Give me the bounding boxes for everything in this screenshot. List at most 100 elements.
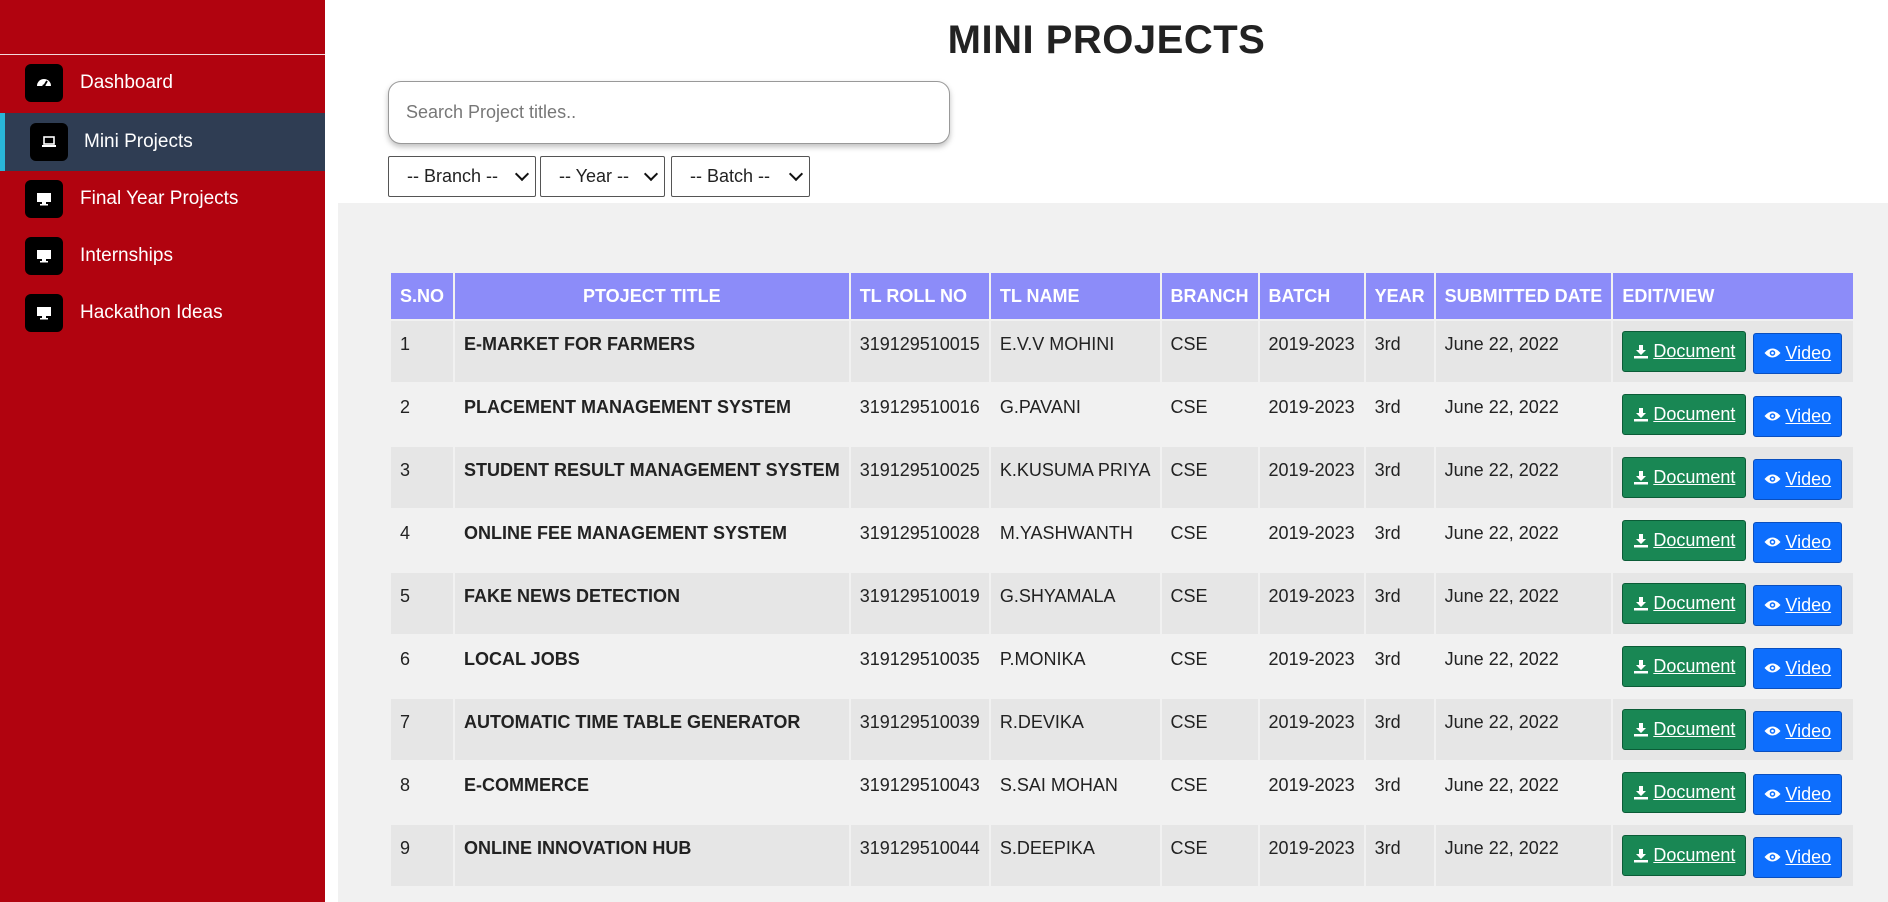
cell-year: 3rd xyxy=(1365,510,1434,571)
video-button[interactable]: Video xyxy=(1753,521,1843,563)
column-header[interactable]: BATCH xyxy=(1259,273,1364,319)
download-icon xyxy=(1634,534,1649,548)
video-button[interactable]: Video xyxy=(1753,332,1843,374)
cell-sno: 7 xyxy=(391,699,454,760)
desktop-icon xyxy=(25,294,63,332)
column-header[interactable]: BRANCH xyxy=(1161,273,1258,319)
cell-tl-name: G.SHYAMALA xyxy=(990,573,1160,634)
video-button-label: Video xyxy=(1785,405,1832,426)
document-button[interactable]: Document xyxy=(1622,709,1747,750)
chevron-down-icon xyxy=(788,166,804,182)
video-button-label: Video xyxy=(1785,531,1832,552)
cell-submitted-date: June 22, 2022 xyxy=(1435,321,1612,382)
cell-roll-no: 319129510016 xyxy=(850,384,989,445)
cell-roll-no: 319129510025 xyxy=(850,447,989,508)
table-row: 3 STUDENT RESULT MANAGEMENT SYSTEM 31912… xyxy=(391,447,1854,508)
search-input[interactable] xyxy=(388,81,950,144)
cell-batch: 2019-2023 xyxy=(1259,636,1364,697)
video-button-label: Video xyxy=(1785,720,1832,741)
document-button[interactable]: Document xyxy=(1622,457,1747,498)
document-button[interactable]: Document xyxy=(1622,520,1747,561)
cell-branch: CSE xyxy=(1161,447,1258,508)
cell-project-title: LOCAL JOBS xyxy=(455,636,849,697)
cell-project-title: AUTOMATIC TIME TABLE GENERATOR xyxy=(455,699,849,760)
video-button[interactable]: Video xyxy=(1753,773,1843,815)
cell-batch: 2019-2023 xyxy=(1259,321,1364,382)
cell-roll-no: 319129510039 xyxy=(850,699,989,760)
sidebar-item-hackathon-ideas[interactable]: Hackathon Ideas xyxy=(0,284,325,342)
branch-select[interactable]: -- Branch -- xyxy=(388,156,536,197)
cell-actions: Document Video xyxy=(1613,384,1854,445)
cell-actions: Document Video xyxy=(1613,510,1854,571)
projects-table: S.NO PTOJECT TITLE TL ROLL NO TL NAME BR… xyxy=(389,271,1855,888)
column-header[interactable]: EDIT/VIEW xyxy=(1613,273,1854,319)
cell-branch: CSE xyxy=(1161,699,1258,760)
document-button[interactable]: Document xyxy=(1622,772,1747,813)
cell-submitted-date: June 22, 2022 xyxy=(1435,384,1612,445)
cell-project-title: PLACEMENT MANAGEMENT SYSTEM xyxy=(455,384,849,445)
cell-tl-name: R.DEVIKA xyxy=(990,699,1160,760)
cell-sno: 6 xyxy=(391,636,454,697)
cell-submitted-date: June 22, 2022 xyxy=(1435,825,1612,886)
column-header[interactable]: S.NO xyxy=(391,273,454,319)
video-button-label: Video xyxy=(1785,468,1832,489)
sidebar-item-dashboard[interactable]: Dashboard xyxy=(0,54,325,112)
column-header[interactable]: TL ROLL NO xyxy=(850,273,989,319)
desktop-icon xyxy=(25,237,63,275)
cell-branch: CSE xyxy=(1161,321,1258,382)
column-header[interactable]: YEAR xyxy=(1365,273,1434,319)
video-button[interactable]: Video xyxy=(1753,458,1843,500)
eye-icon xyxy=(1764,852,1781,862)
document-button-label: Document xyxy=(1653,341,1736,361)
document-button-label: Document xyxy=(1653,845,1736,865)
sidebar-item-final-year-projects[interactable]: Final Year Projects xyxy=(0,170,325,228)
branch-select-value: -- Branch -- xyxy=(407,166,499,186)
cell-project-title: E-MARKET FOR FARMERS xyxy=(455,321,849,382)
eye-icon xyxy=(1764,411,1781,421)
video-button[interactable]: Video xyxy=(1753,836,1843,878)
document-button-label: Document xyxy=(1653,593,1736,613)
cell-submitted-date: June 22, 2022 xyxy=(1435,699,1612,760)
column-header[interactable]: PTOJECT TITLE xyxy=(455,273,849,319)
document-button[interactable]: Document xyxy=(1622,331,1747,372)
cell-year: 3rd xyxy=(1365,573,1434,634)
cell-batch: 2019-2023 xyxy=(1259,699,1364,760)
year-select[interactable]: -- Year -- xyxy=(540,156,665,197)
cell-tl-name: E.V.V MOHINI xyxy=(990,321,1160,382)
laptop-icon xyxy=(30,123,68,161)
video-button[interactable]: Video xyxy=(1753,647,1843,689)
desktop-icon xyxy=(25,180,63,218)
cell-project-title: FAKE NEWS DETECTION xyxy=(455,573,849,634)
cell-actions: Document Video xyxy=(1613,699,1854,760)
sidebar-item-mini-projects[interactable]: Mini Projects xyxy=(0,113,325,171)
document-button[interactable]: Document xyxy=(1622,583,1747,624)
batch-select[interactable]: -- Batch -- xyxy=(671,156,810,197)
eye-icon xyxy=(1764,348,1781,358)
document-button[interactable]: Document xyxy=(1622,394,1747,435)
video-button[interactable]: Video xyxy=(1753,584,1843,626)
cell-roll-no: 319129510019 xyxy=(850,573,989,634)
table-row: 1 E-MARKET FOR FARMERS 319129510015 E.V.… xyxy=(391,321,1854,382)
document-button[interactable]: Document xyxy=(1622,835,1747,876)
video-button[interactable]: Video xyxy=(1753,710,1843,752)
column-header[interactable]: SUBMITTED DATE xyxy=(1435,273,1612,319)
cell-batch: 2019-2023 xyxy=(1259,762,1364,823)
cell-batch: 2019-2023 xyxy=(1259,510,1364,571)
cell-batch: 2019-2023 xyxy=(1259,447,1364,508)
cell-actions: Document Video xyxy=(1613,762,1854,823)
video-button[interactable]: Video xyxy=(1753,395,1843,437)
cell-batch: 2019-2023 xyxy=(1259,825,1364,886)
cell-roll-no: 319129510043 xyxy=(850,762,989,823)
cell-sno: 3 xyxy=(391,447,454,508)
download-icon xyxy=(1634,849,1649,863)
year-select-value: -- Year -- xyxy=(559,166,630,186)
table-row: 9 ONLINE INNOVATION HUB 319129510044 S.D… xyxy=(391,825,1854,886)
cell-year: 3rd xyxy=(1365,825,1434,886)
speedometer-icon xyxy=(25,64,63,102)
cell-project-title: ONLINE FEE MANAGEMENT SYSTEM xyxy=(455,510,849,571)
document-button[interactable]: Document xyxy=(1622,646,1747,687)
column-header[interactable]: TL NAME xyxy=(990,273,1160,319)
sidebar-item-internships[interactable]: Internships xyxy=(0,227,325,285)
cell-tl-name: K.KUSUMA PRIYA xyxy=(990,447,1160,508)
table-row: 5 FAKE NEWS DETECTION 319129510019 G.SHY… xyxy=(391,573,1854,634)
